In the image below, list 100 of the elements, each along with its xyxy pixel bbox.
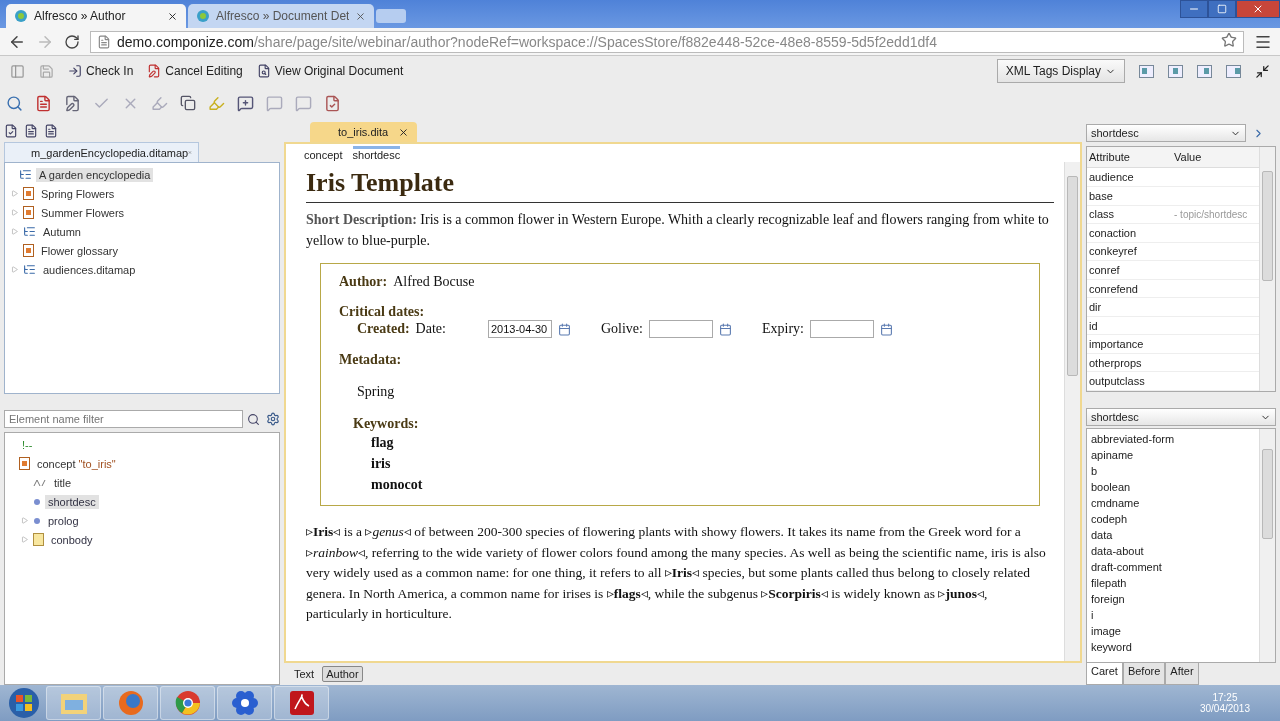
- topic-icon: [19, 457, 30, 470]
- field-label: Keywords:: [353, 416, 419, 432]
- element-item[interactable]: image: [1091, 623, 1255, 639]
- layout-icon[interactable]: [1226, 64, 1241, 78]
- scrollbar[interactable]: [1064, 162, 1080, 661]
- flower-icon[interactable]: [230, 689, 259, 717]
- tree-item[interactable]: !--: [19, 437, 36, 452]
- date-field[interactable]: [809, 320, 874, 338]
- scrollbar[interactable]: [1259, 147, 1275, 391]
- pdf-icon[interactable]: [288, 690, 315, 716]
- element-item[interactable]: codeph: [1091, 511, 1255, 527]
- view-tab[interactable]: Author: [322, 666, 363, 682]
- element-dropdown[interactable]: shortdesc: [1086, 124, 1246, 142]
- toolbar-action[interactable]: Cancel Editing: [147, 64, 243, 78]
- site-icon: [14, 9, 28, 23]
- folder-icon: [33, 533, 44, 546]
- search-icon[interactable]: [6, 94, 23, 112]
- layout-icon[interactable]: [1168, 64, 1183, 78]
- xml-tags-dropdown[interactable]: XML Tags Display: [996, 59, 1125, 83]
- reload-icon[interactable]: [64, 33, 80, 50]
- element-item[interactable]: boolean: [1091, 479, 1255, 495]
- page-icon: [97, 34, 111, 49]
- element-item[interactable]: foreign: [1091, 591, 1255, 607]
- document-icon[interactable]: [44, 124, 58, 138]
- tree-item[interactable]: prolog: [45, 513, 82, 528]
- action-icon: [147, 64, 162, 78]
- tree-item[interactable]: Flower glossary: [38, 243, 122, 258]
- date-field[interactable]: 2013-04-30: [487, 320, 552, 338]
- attribute-name: outputclass: [1088, 375, 1146, 388]
- element-item[interactable]: data-about: [1091, 543, 1255, 559]
- element-item[interactable]: i: [1091, 607, 1255, 623]
- save-icon[interactable]: [39, 63, 54, 79]
- attribute-name: otherprops: [1088, 356, 1143, 369]
- text-icon: [33, 477, 47, 488]
- copy-icon[interactable]: [180, 95, 196, 111]
- layout-icon[interactable]: [1139, 64, 1154, 78]
- file-tab[interactable]: to_iris.dita: [310, 122, 418, 142]
- comment-icon[interactable]: [295, 94, 312, 112]
- element-item[interactable]: abbreviated-form: [1091, 431, 1255, 447]
- minimize-button[interactable]: [1180, 0, 1208, 18]
- map-icon: [19, 168, 32, 181]
- list-tab[interactable]: After: [1165, 663, 1199, 685]
- view-tab[interactable]: Text: [290, 666, 319, 682]
- settings-icon[interactable]: [266, 412, 280, 426]
- edit-icon[interactable]: [64, 94, 81, 112]
- tree-item[interactable]: shortdesc: [45, 494, 99, 509]
- element-item[interactable]: apiname: [1091, 447, 1255, 463]
- column-header[interactable]: Attribute: [1087, 151, 1172, 164]
- tree-item[interactable]: A garden encyclopedia: [36, 167, 154, 182]
- layout-icon[interactable]: [10, 63, 25, 79]
- maximize-button[interactable]: [1208, 0, 1236, 18]
- scrollbar[interactable]: [1259, 429, 1275, 662]
- element-item[interactable]: data: [1091, 527, 1255, 543]
- collapse-icon[interactable]: [1255, 63, 1270, 79]
- column-header[interactable]: Value: [1172, 151, 1259, 164]
- chrome-icon[interactable]: [173, 689, 202, 717]
- element-dropdown[interactable]: shortdesc: [1086, 408, 1276, 426]
- comment-icon[interactable]: [266, 94, 283, 112]
- star-icon[interactable]: [1221, 32, 1237, 48]
- toolbar-action[interactable]: View Original Document: [256, 64, 404, 78]
- filter-field[interactable]: Element name filter: [4, 410, 243, 428]
- element-item[interactable]: draft-comment: [1091, 559, 1255, 575]
- document-title: Iris Template: [306, 168, 1054, 203]
- short-description: Short Description: Iris is a common flower in Western Europe. Whith a clearly recognizable leaf and flowers ranging from white to yellow to blue-purple.: [306, 211, 1050, 250]
- field-label: Date:: [415, 321, 446, 337]
- element-item[interactable]: keyword: [1091, 639, 1255, 655]
- firefox-icon[interactable]: [116, 689, 145, 717]
- breadcrumb-item[interactable]: concept: [304, 145, 343, 161]
- search-icon[interactable]: [247, 412, 260, 426]
- pen-icon[interactable]: [151, 94, 168, 112]
- tree-item[interactable]: title: [51, 475, 75, 490]
- toolbar-action[interactable]: Check In: [68, 64, 134, 78]
- tree-item[interactable]: audiences.ditamap: [40, 262, 139, 277]
- element-item[interactable]: filepath: [1091, 575, 1255, 591]
- tree-item[interactable]: Spring Flowers: [38, 186, 118, 201]
- layout-icon[interactable]: [1197, 64, 1212, 78]
- field-label: Metadata:: [339, 352, 402, 368]
- review-icon[interactable]: [324, 94, 341, 112]
- date-field[interactable]: [648, 320, 713, 338]
- map-tab[interactable]: m_gardenEncyclopedia.ditamap: [4, 142, 199, 162]
- list-tab[interactable]: Before: [1122, 663, 1166, 685]
- tree-item[interactable]: Autumn: [40, 224, 84, 239]
- element-item[interactable]: b: [1091, 463, 1255, 479]
- tree-item[interactable]: conbody: [48, 532, 96, 547]
- calendar-icon[interactable]: [879, 322, 893, 336]
- breadcrumb-item[interactable]: shortdesc: [352, 145, 401, 161]
- validate-icon[interactable]: [4, 124, 18, 138]
- topic-icon: [23, 244, 34, 257]
- add-comment-icon[interactable]: [237, 94, 254, 112]
- element-item[interactable]: cmdname: [1091, 495, 1255, 511]
- new-tab-button[interactable]: [376, 9, 407, 23]
- tree-item[interactable]: Summer Flowers: [38, 205, 128, 220]
- tree-item[interactable]: concept "to_iris": [34, 456, 119, 471]
- list-tab[interactable]: Caret: [1086, 663, 1123, 685]
- browser-tab[interactable]: Alfresco » Author: [6, 4, 186, 28]
- document-icon[interactable]: [24, 124, 38, 138]
- calendar-icon[interactable]: [718, 322, 732, 336]
- calendar-icon[interactable]: [557, 322, 571, 336]
- address-field[interactable]: demo.componize.com/share/page/site/webinar/author?nodeRef=workspace://SpacesStore/f882e448-52ce-48e8-8559-5d5f2edd1df4: [90, 30, 1244, 53]
- browser-tab[interactable]: Alfresco » Document Det: [188, 4, 375, 28]
